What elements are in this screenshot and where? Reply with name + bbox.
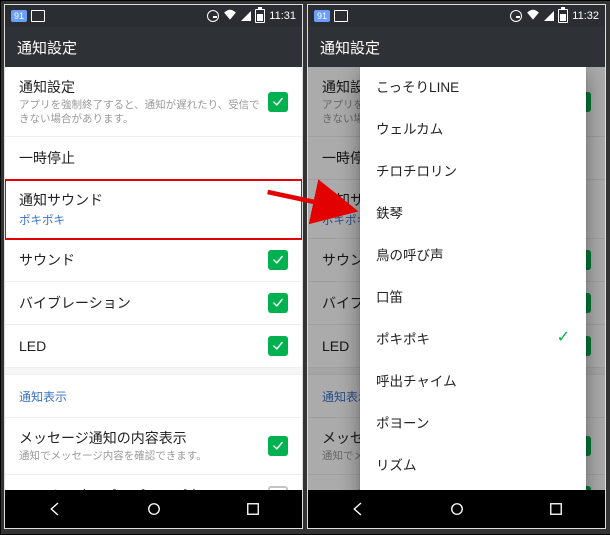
sound-option-label: リズム	[376, 454, 417, 474]
phone-left: 91 11:31 通知設定 通知設定 アプリを強制終了すると、通知が遅れたり、受…	[5, 5, 302, 528]
sound-option[interactable]: 鳥の呼び声	[360, 233, 586, 275]
sound-option-label: ポヨーン	[376, 412, 429, 432]
checkbox-vibration[interactable]	[268, 293, 288, 313]
checkbox-sound[interactable]	[268, 250, 288, 270]
row-title: 画面オン時のポップアップ表示	[19, 486, 260, 490]
section-header-display: 通知表示	[5, 375, 302, 418]
picture-icon	[334, 10, 348, 22]
network-icon	[241, 11, 251, 21]
nav-back-button[interactable]	[338, 500, 378, 518]
row-vibration[interactable]: バイブレーション	[5, 282, 302, 325]
settings-content-dimmed: 通知設定 アプリを強制終了すると、通知が遅れたり、受信できない場合があります。 …	[308, 67, 605, 490]
row-title: 通知サウンド	[19, 190, 288, 210]
row-notify[interactable]: 通知設定 アプリを強制終了すると、通知が遅れたり、受信できない場合があります。	[5, 67, 302, 137]
sound-option-label: ポキポキ	[376, 328, 430, 348]
sound-option[interactable]: こっそりLINE	[360, 67, 586, 107]
settings-content[interactable]: 通知設定 アプリを強制終了すると、通知が遅れたり、受信できない場合があります。 …	[5, 67, 302, 490]
picture-icon	[31, 10, 45, 22]
check-icon: ✓	[557, 330, 570, 346]
stage: 91 11:31 通知設定 通知設定 アプリを強制終了すると、通知が遅れたり、受…	[0, 0, 610, 535]
sound-select-popup[interactable]: こっそりLINEウェルカムチロチロリン鉄琴鳥の呼び声口笛ポキポキ✓呼出チャイムポ…	[360, 67, 586, 490]
nav-back-button[interactable]	[35, 500, 75, 518]
sound-option[interactable]: アンサー	[360, 485, 586, 490]
status-time: 11:31	[269, 10, 296, 22]
app-bar-title: 通知設定	[320, 37, 380, 58]
wifi-icon	[223, 9, 237, 24]
sound-option-label: 鉄琴	[376, 202, 403, 222]
app-bar: 通知設定	[308, 27, 605, 67]
nav-bar	[5, 490, 302, 528]
row-message-preview[interactable]: メッセージ通知の内容表示 通知でメッセージ内容を確認できます。	[5, 418, 302, 475]
sound-option-label: ウェルカム	[376, 118, 443, 138]
wifi-icon	[526, 9, 540, 24]
nav-recent-button[interactable]	[536, 500, 576, 518]
sound-option-label: 口笛	[376, 286, 403, 306]
sound-option[interactable]: ウェルカム	[360, 107, 586, 149]
sound-option[interactable]: リズム	[360, 443, 586, 485]
checkbox-notify[interactable]	[268, 92, 288, 112]
row-notification-sound[interactable]: 通知サウンド ポキポキ	[5, 180, 302, 239]
row-title: サウンド	[19, 250, 260, 270]
status-bar: 91 11:32	[308, 5, 605, 27]
sound-option[interactable]: 口笛	[360, 275, 586, 317]
nav-home-button[interactable]	[134, 500, 174, 518]
network-icon	[544, 11, 554, 21]
sound-option[interactable]: 鉄琴	[360, 191, 586, 233]
alarm-icon	[207, 10, 219, 22]
status-right: 11:32	[510, 9, 599, 24]
row-value: ポキポキ	[19, 212, 288, 228]
row-title: LED	[19, 338, 260, 354]
nav-home-button[interactable]	[437, 500, 477, 518]
sound-option[interactable]: 呼出チャイム	[360, 359, 586, 401]
row-sub: 通知でメッセージ内容を確認できます。	[19, 450, 260, 464]
checkbox-popup-screen-on[interactable]	[268, 486, 288, 490]
battery-icon	[255, 9, 265, 23]
status-left: 91	[314, 10, 348, 22]
battery-icon	[558, 9, 568, 23]
sound-option[interactable]: ポヨーン	[360, 401, 586, 443]
status-bar: 91 11:31	[5, 5, 302, 27]
status-time: 11:32	[572, 10, 599, 22]
row-title: 一時停止	[19, 148, 288, 168]
sound-option-label: こっそりLINE	[376, 76, 459, 96]
status-left: 91	[11, 10, 45, 22]
checkbox-led[interactable]	[268, 336, 288, 356]
nav-bar	[308, 490, 605, 528]
sound-option[interactable]: ポキポキ ✓	[360, 317, 586, 359]
row-led[interactable]: LED	[5, 325, 302, 368]
row-title: バイブレーション	[19, 293, 260, 313]
status-right: 11:31	[207, 9, 296, 24]
row-title: 通知表示	[19, 388, 288, 405]
sound-option-label: 鳥の呼び声	[376, 244, 444, 264]
sound-option-label: チロチロリン	[376, 160, 457, 180]
alarm-icon	[510, 10, 522, 22]
row-sound[interactable]: サウンド	[5, 239, 302, 282]
status-app-badge: 91	[314, 10, 330, 22]
row-title: 通知設定	[19, 77, 260, 97]
row-sub: アプリを強制終了すると、通知が遅れたり、受信できない場合があります。	[19, 99, 260, 126]
row-popup-screen-on[interactable]: 画面オン時のポップアップ表示	[5, 475, 302, 490]
sound-option-label: 呼出チャイム	[376, 370, 457, 390]
app-bar: 通知設定	[5, 27, 302, 67]
checkbox-message-preview[interactable]	[268, 436, 288, 456]
phone-right: 91 11:32 通知設定 通知設定 アプリを強制終了すると、通知が遅	[308, 5, 605, 528]
nav-recent-button[interactable]	[233, 500, 273, 518]
row-title: メッセージ通知の内容表示	[19, 428, 260, 448]
app-bar-title: 通知設定	[17, 37, 77, 58]
sound-option[interactable]: チロチロリン	[360, 149, 586, 191]
section-spacer	[5, 368, 302, 375]
row-pause[interactable]: 一時停止	[5, 137, 302, 180]
status-app-badge: 91	[11, 10, 27, 22]
